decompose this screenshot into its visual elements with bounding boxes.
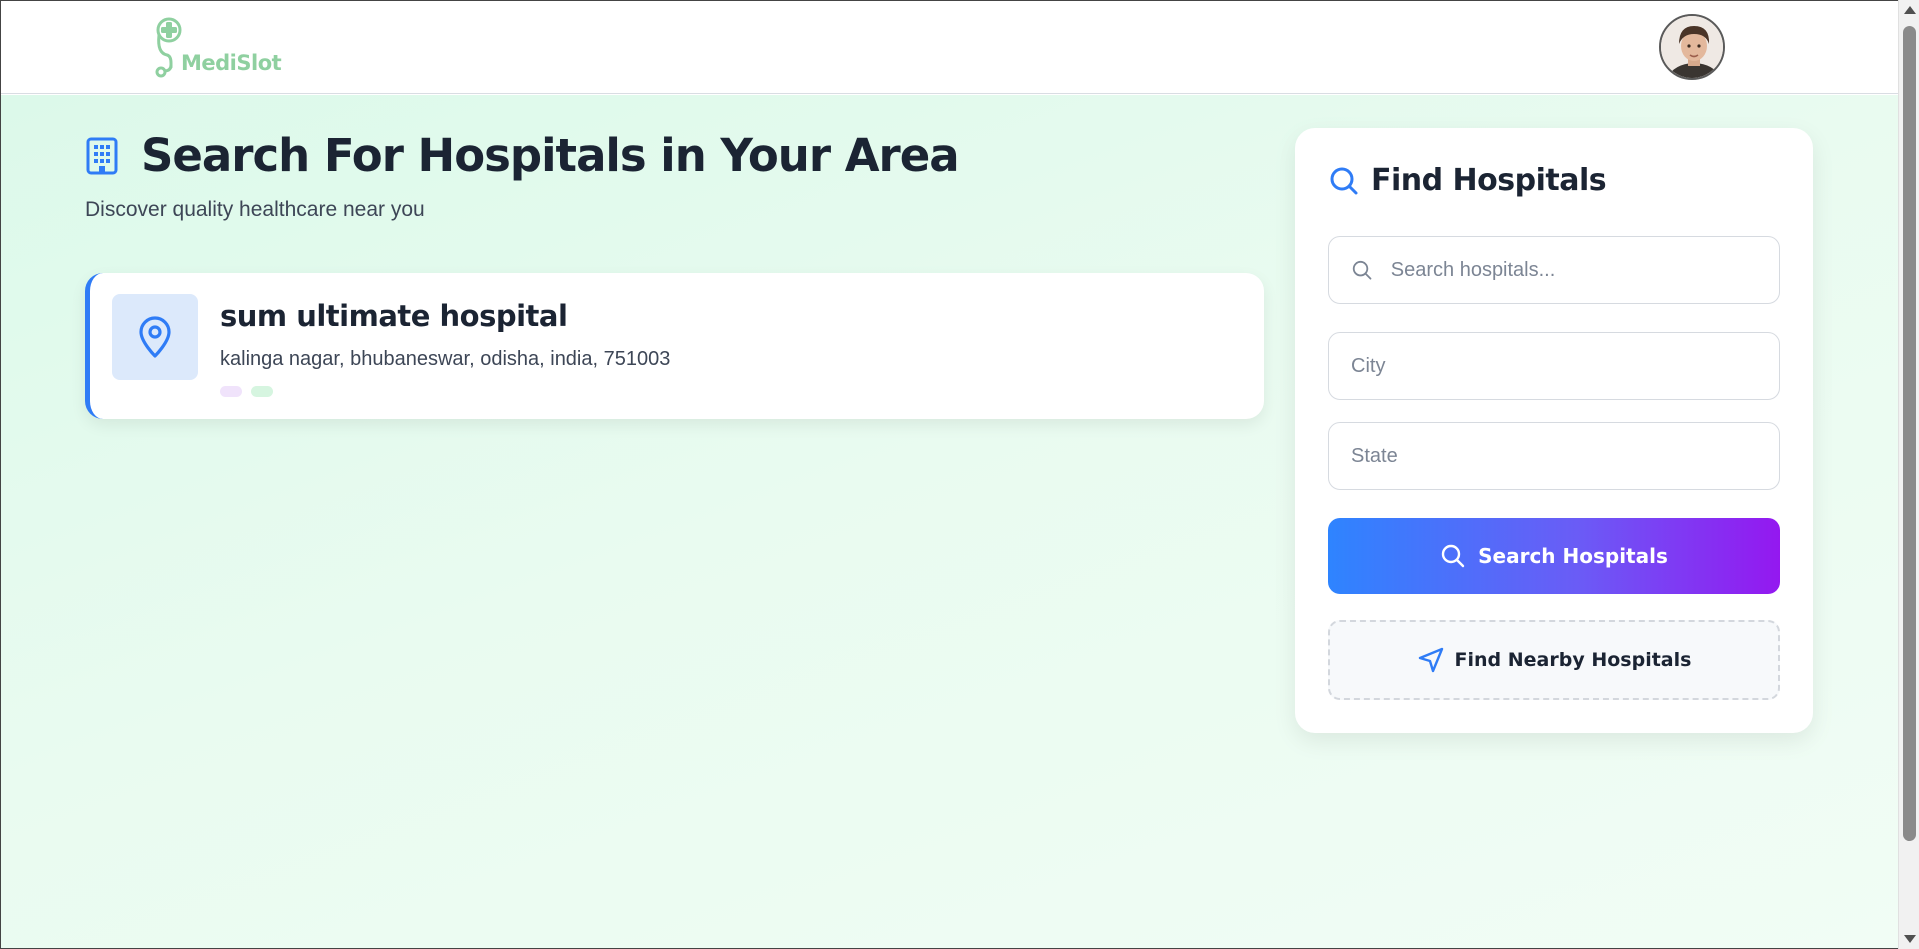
brand-name: MediSlot [181,51,282,75]
tag-pill [251,386,273,397]
scroll-thumb[interactable] [1903,26,1916,841]
state-input[interactable] [1351,444,1779,468]
hospital-name[interactable]: sum ultimate hospital [220,299,568,333]
search-icon [1330,167,1358,194]
top-navbar: MediSlot [1,1,1898,94]
find-nearby-button[interactable]: Find Nearby Hospitals [1328,620,1780,700]
panel-title: Find Hospitals [1371,163,1607,198]
navigation-arrow-icon [1418,647,1443,673]
tag-pill [220,386,242,397]
search-icon [1352,260,1372,280]
search-hospitals-button[interactable]: Search Hospitals [1328,518,1780,594]
page-subtitle: Discover quality healthcare near you [85,198,425,221]
search-input[interactable] [1390,258,1779,282]
city-field[interactable] [1328,332,1780,400]
vertical-scrollbar[interactable] [1898,0,1919,949]
card-icon-box [112,294,198,380]
panel-heading: Find Hospitals [1329,163,1607,198]
page-title: Search For Hospitals in Your Area [141,129,960,182]
search-panel: Find Hospitals Search Hospitals [1295,128,1813,733]
scroll-down-arrow-icon[interactable] [1904,935,1916,943]
avatar[interactable] [1659,14,1725,80]
page-heading: Search For Hospitals in Your Area [85,129,960,182]
building-icon [86,137,118,174]
hospital-address: kalinga nagar, bhubaneswar, odisha, indi… [220,348,671,370]
city-input[interactable] [1351,354,1779,378]
user-avatar-image [1661,16,1723,78]
map-pin-icon [139,316,171,358]
find-nearby-label: Find Nearby Hospitals [1454,649,1692,671]
hospital-result-card[interactable]: sum ultimate hospital kalinga nagar, bhu… [85,273,1264,419]
search-field[interactable] [1328,236,1780,304]
scroll-up-arrow-icon[interactable] [1904,6,1916,14]
state-field[interactable] [1328,422,1780,490]
brand-logo[interactable]: MediSlot [153,15,283,78]
search-icon [1441,544,1465,568]
app-frame: MediSlot Search For Hospitals in Your Ar… [0,0,1898,949]
search-hospitals-label: Search Hospitals [1478,544,1668,568]
